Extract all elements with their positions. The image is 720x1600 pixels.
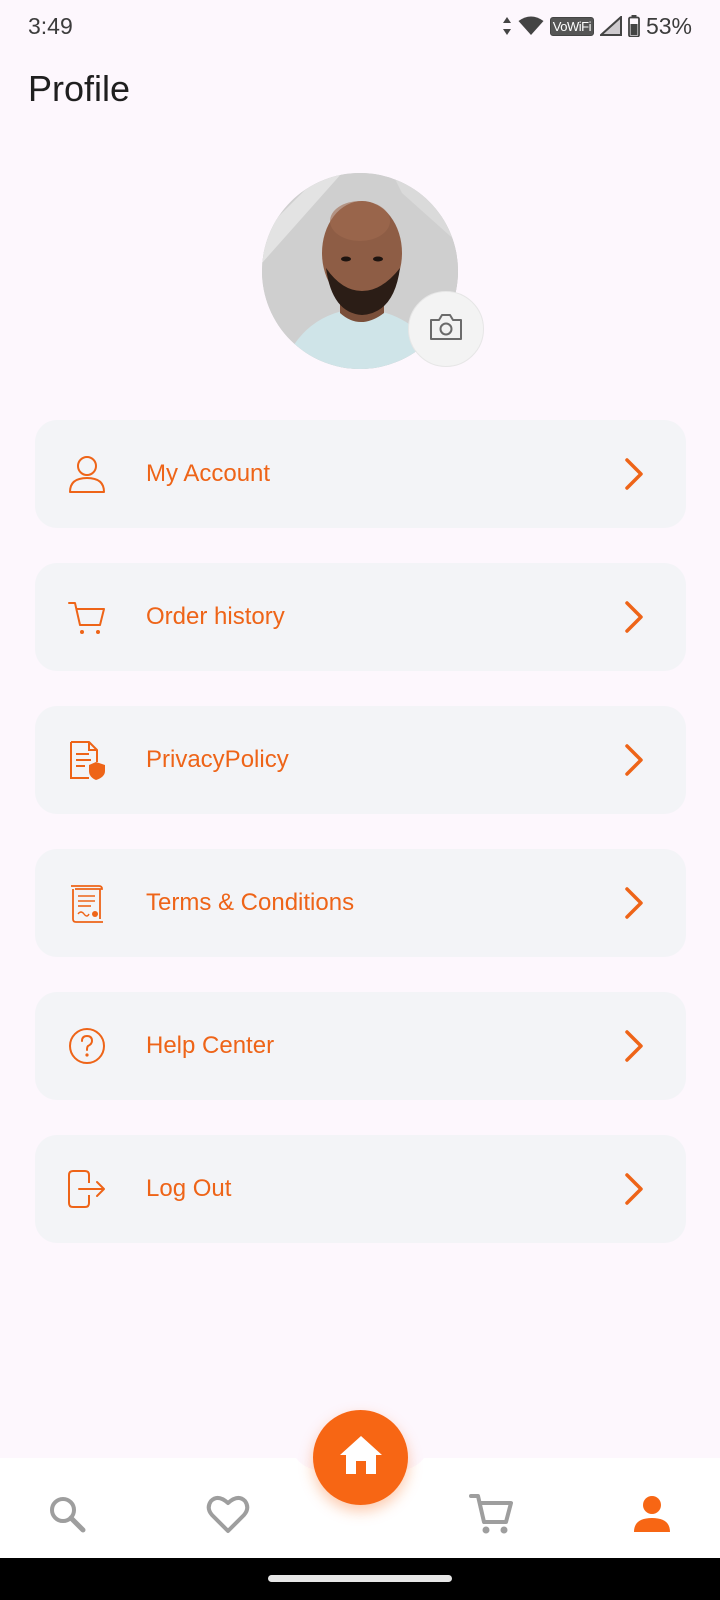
- menu-item-label: My Account: [146, 460, 271, 487]
- status-icons: VoWiFi 53%: [502, 13, 692, 40]
- profile-avatar-container: [262, 173, 484, 369]
- nav-cart[interactable]: [469, 1492, 513, 1541]
- heart-icon: [206, 1494, 250, 1539]
- profile-menu: My Account Order history PrivacyPolicy T…: [35, 420, 686, 1278]
- menu-item-order-history[interactable]: Order history: [35, 563, 686, 671]
- camera-icon: [428, 312, 464, 347]
- chevron-right-icon: [622, 1028, 646, 1064]
- menu-item-label: Terms & Conditions: [146, 889, 355, 916]
- logout-icon: [67, 1169, 107, 1209]
- page-title: Profile: [28, 68, 131, 109]
- search-icon: [47, 1494, 87, 1539]
- menu-item-label: Order history: [146, 603, 285, 630]
- user-icon: [67, 454, 107, 494]
- nav-profile[interactable]: [630, 1494, 674, 1538]
- battery-icon: [628, 15, 640, 37]
- status-bar: 3:49 VoWiFi 53%: [0, 0, 720, 52]
- profile-icon: [632, 1494, 672, 1539]
- menu-item-privacy-policy[interactable]: PrivacyPolicy: [35, 706, 686, 814]
- chevron-right-icon: [622, 599, 646, 635]
- cart-icon: [469, 1492, 513, 1541]
- battery-percent: 53%: [645, 12, 692, 39]
- chevron-right-icon: [622, 742, 646, 778]
- terms-scroll-icon: [67, 883, 107, 923]
- change-photo-button[interactable]: [408, 291, 484, 367]
- data-arrows-icon: [502, 16, 512, 36]
- menu-item-terms-conditions[interactable]: Terms & Conditions: [35, 849, 686, 957]
- chevron-right-icon: [622, 1171, 646, 1207]
- menu-item-label: PrivacyPolicy: [146, 746, 289, 773]
- wifi-icon: [518, 16, 544, 36]
- menu-item-label: Log Out: [146, 1175, 232, 1202]
- menu-item-help-center[interactable]: Help Center: [35, 992, 686, 1100]
- home-indicator[interactable]: [268, 1575, 452, 1582]
- nav-favorites[interactable]: [206, 1494, 250, 1538]
- help-circle-icon: [67, 1026, 107, 1066]
- chevron-right-icon: [622, 456, 646, 492]
- menu-item-log-out[interactable]: Log Out: [35, 1135, 686, 1243]
- chevron-right-icon: [622, 885, 646, 921]
- menu-item-label: Help Center: [146, 1032, 275, 1059]
- privacy-document-icon: [67, 740, 107, 780]
- status-time: 3:49: [28, 12, 73, 39]
- nav-home-button[interactable]: [313, 1410, 408, 1505]
- nav-search[interactable]: [45, 1494, 89, 1538]
- signal-icon: [599, 16, 622, 36]
- cart-icon: [67, 597, 107, 637]
- vowifi-badge: VoWiFi: [549, 16, 594, 36]
- home-icon: [338, 1434, 384, 1481]
- menu-item-my-account[interactable]: My Account: [35, 420, 686, 528]
